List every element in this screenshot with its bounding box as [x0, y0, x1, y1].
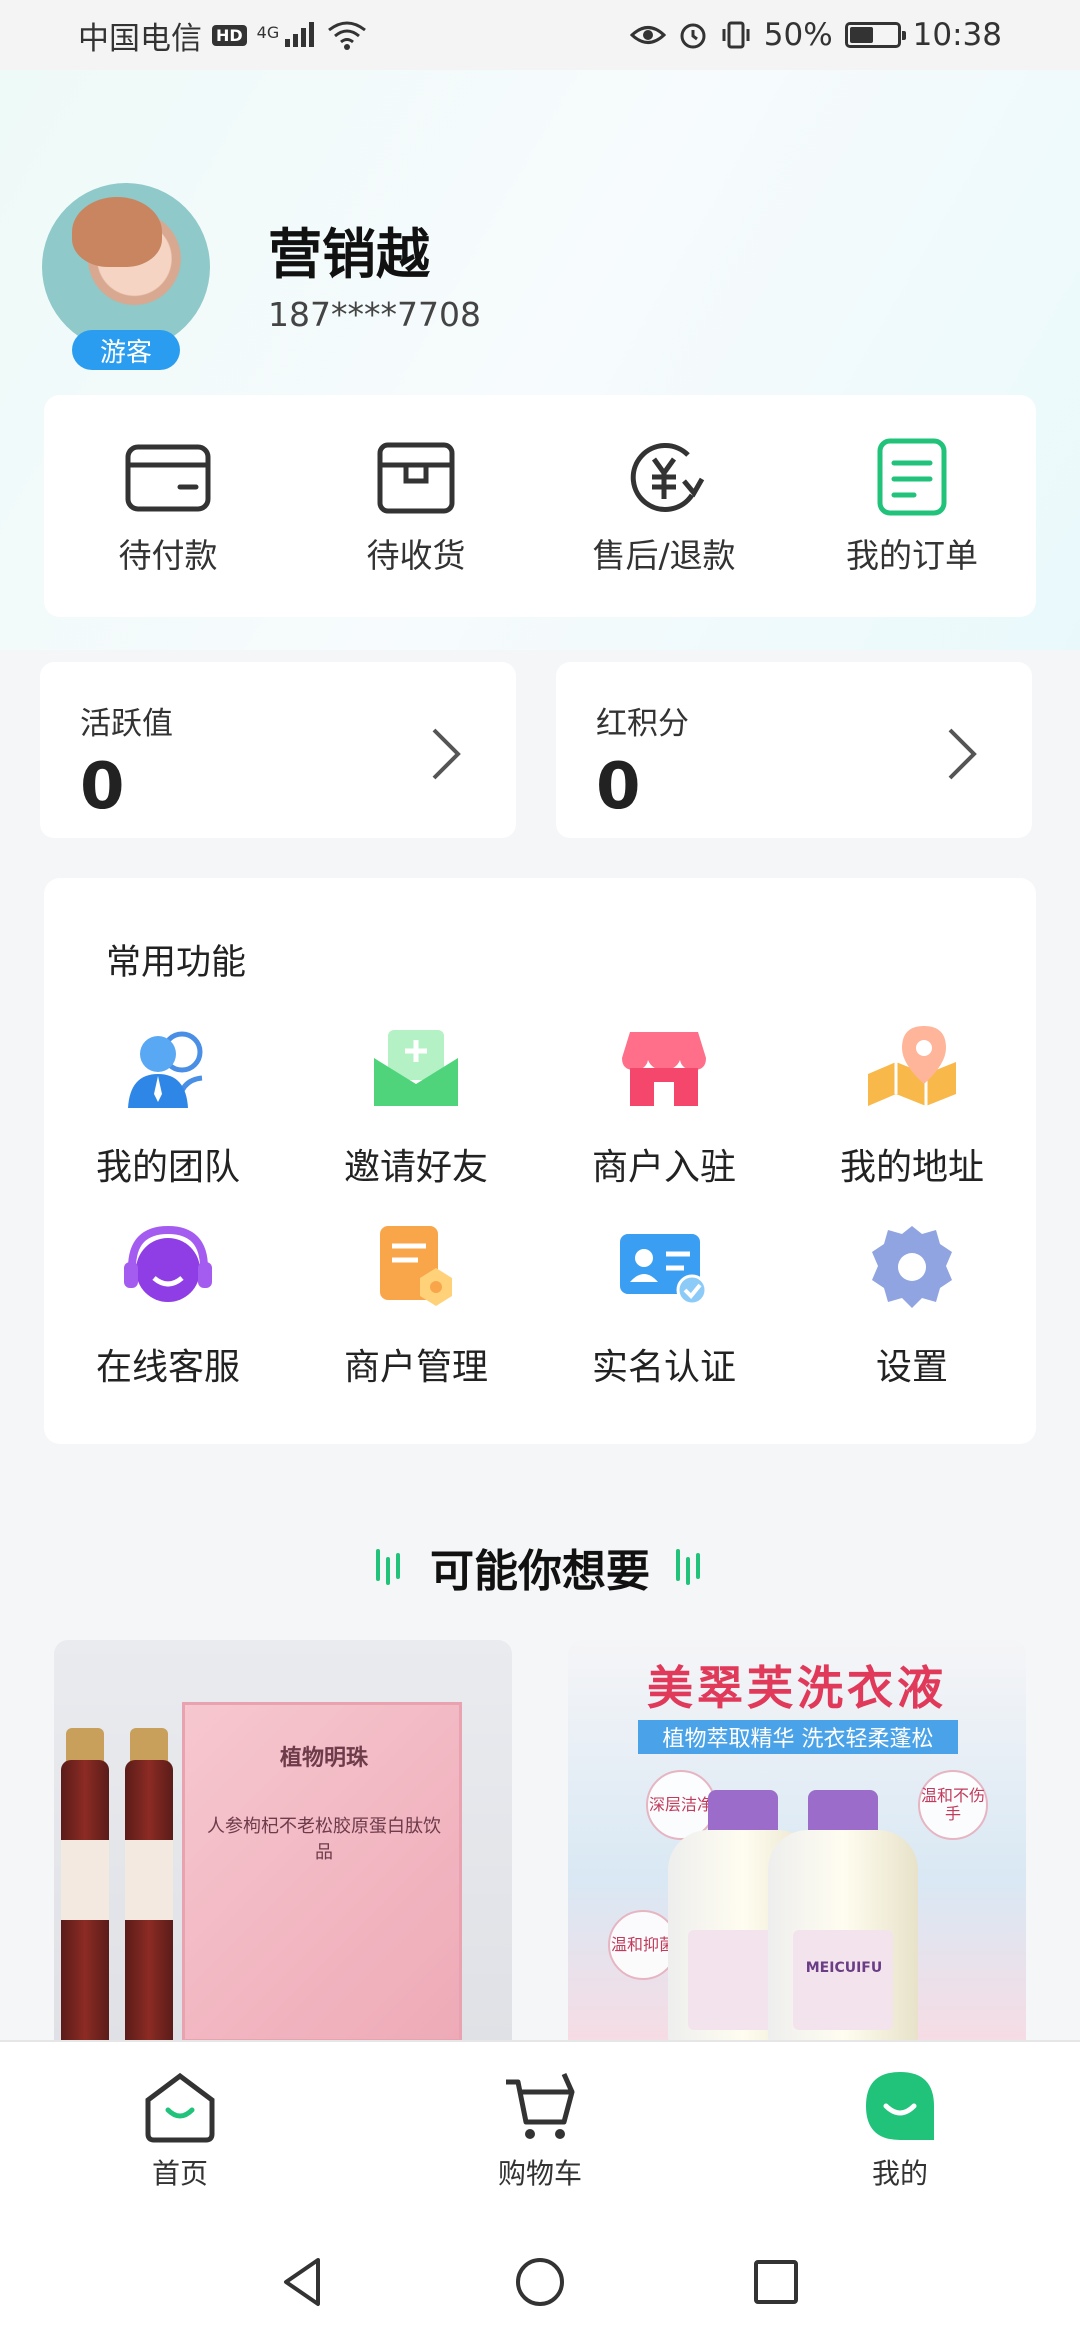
- title-decor-left-icon: [376, 1549, 400, 1585]
- func-label: 商户入驻: [591, 1147, 736, 1188]
- recents-icon[interactable]: [748, 2254, 804, 2310]
- tab-cart[interactable]: 购物车: [360, 2042, 720, 2224]
- func-my-team[interactable]: 我的团队: [44, 1018, 292, 1190]
- tab-home[interactable]: 首页: [0, 2042, 360, 2224]
- home-circle-icon[interactable]: [512, 2254, 568, 2310]
- bottle-label: [125, 1840, 173, 1920]
- activity-value-card[interactable]: 活跃值 0: [40, 662, 516, 838]
- func-merchant-join[interactable]: 商户入驻: [540, 1018, 788, 1190]
- stat-title: 活跃值: [80, 706, 173, 742]
- product-card[interactable]: 植物明珠 人参枸杞不老松胶原蛋白肽饮品: [54, 1640, 512, 2040]
- refund-yen-icon: [630, 443, 705, 512]
- stat-value: 0: [596, 750, 641, 824]
- recommend-header: 可能你想要: [0, 1535, 1080, 1599]
- order-shortcuts-card: 待付款 待收货 售后/退款 我的订单: [44, 395, 1036, 617]
- func-customer-service[interactable]: 在线客服: [44, 1218, 292, 1390]
- alarm-icon: [680, 23, 706, 49]
- func-invite-friends[interactable]: 邀请好友: [292, 1018, 540, 1190]
- product-box-text: 植物明珠 人参枸杞不老松胶原蛋白肽饮品: [204, 1740, 444, 1864]
- network-label: 4G: [256, 22, 280, 42]
- func-label: 实名认证: [591, 1347, 736, 1388]
- func-label: 邀请好友: [343, 1147, 488, 1188]
- order-pending-receipt[interactable]: 待收货: [292, 395, 540, 617]
- merchant-manage-icon: [380, 1226, 452, 1306]
- order-label: 我的订单: [846, 536, 978, 575]
- cart-icon: [506, 2072, 575, 2139]
- battery-percent: 50%: [763, 17, 833, 53]
- red-points-card[interactable]: 红积分 0: [556, 662, 1032, 838]
- profile-smile-icon: [866, 2072, 934, 2140]
- back-icon[interactable]: [276, 2254, 332, 2310]
- home-icon: [145, 2072, 215, 2143]
- clock: 10:38: [912, 17, 1002, 53]
- battery-icon: [844, 22, 906, 48]
- stat-value: 0: [80, 750, 125, 824]
- title-decor-right-icon: [676, 1549, 700, 1585]
- stat-title: 红积分: [596, 706, 689, 742]
- func-label: 商户管理: [343, 1347, 488, 1388]
- func-label: 我的团队: [95, 1147, 240, 1188]
- id-card-icon: [620, 1234, 708, 1306]
- func-label: 我的地址: [839, 1147, 984, 1188]
- hd-badge: HD: [212, 24, 247, 46]
- chevron-right-icon: [432, 728, 461, 780]
- order-after-sales[interactable]: 售后/退款: [540, 395, 788, 617]
- package-icon: [377, 442, 455, 514]
- system-navigation-bar: [0, 2224, 1080, 2340]
- func-settings[interactable]: 设置: [788, 1218, 1036, 1390]
- signal-icon: [285, 22, 315, 47]
- eye-comfort-icon: [629, 26, 666, 44]
- bottom-tab-bar: 首页 购物车 我的: [0, 2040, 1080, 2224]
- order-list-icon: [877, 438, 947, 516]
- bottle-label: [61, 1840, 109, 1920]
- status-bar: 中国电信 HD 4G 50% 10:38: [0, 0, 1080, 70]
- product-brand: MEICUIFU: [805, 1960, 883, 1976]
- team-icon: [128, 1031, 203, 1108]
- order-my-orders[interactable]: 我的订单: [788, 395, 1036, 617]
- common-functions-card: 常用功能 我的团队 邀请好友 商户入驻 我的地址 在线客服 商户管理 实名认证 …: [44, 878, 1036, 1444]
- order-label: 待收货: [366, 536, 466, 575]
- product-subline: 植物萃取精华 洗衣轻柔蓬松: [638, 1720, 958, 1754]
- store-icon: [622, 1032, 706, 1106]
- invite-mail-icon: [374, 1030, 458, 1106]
- product-seal: 温和不伤手: [918, 1770, 988, 1840]
- carrier-label: 中国电信: [78, 20, 202, 57]
- func-label: 设置: [875, 1347, 948, 1388]
- map-pin-icon: [868, 1026, 956, 1106]
- tab-label: 首页: [151, 2157, 208, 2190]
- recommend-title: 可能你想要: [430, 1546, 650, 1597]
- detergent-label: [793, 1930, 893, 2030]
- product-subtitle: 人参枸杞不老松胶原蛋白肽饮品: [207, 1816, 441, 1863]
- tab-mine[interactable]: 我的: [720, 2042, 1080, 2224]
- wallet-icon: [125, 444, 211, 512]
- guest-badge: 游客: [72, 330, 180, 370]
- func-my-address[interactable]: 我的地址: [788, 1018, 1036, 1190]
- vibrate-icon: [722, 21, 750, 49]
- func-merchant-management[interactable]: 商户管理: [292, 1218, 540, 1390]
- gear-icon: [872, 1226, 952, 1308]
- chevron-right-icon: [948, 728, 977, 780]
- username: 营销越: [268, 223, 430, 286]
- section-title: 常用功能: [106, 943, 247, 983]
- tab-label: 购物车: [497, 2157, 582, 2190]
- avatar[interactable]: [42, 183, 210, 351]
- order-pending-payment[interactable]: 待付款: [44, 395, 292, 617]
- func-real-name-auth[interactable]: 实名认证: [540, 1218, 788, 1390]
- tab-label: 我的: [871, 2157, 928, 2190]
- phone-number: 187****7708: [268, 295, 481, 334]
- product-card[interactable]: 美翠芙洗衣液 植物萃取精华 洗衣轻柔蓬松 深层洁净 温和不伤手 温和抑菌 MEI…: [568, 1640, 1026, 2040]
- wifi-icon: [328, 21, 367, 50]
- headset-icon: [124, 1225, 212, 1302]
- order-label: 待付款: [118, 536, 218, 575]
- product-headline: 美翠芙洗衣液: [647, 1661, 947, 1715]
- func-label: 在线客服: [95, 1347, 240, 1388]
- product-brand: 植物明珠: [279, 1746, 368, 1771]
- order-label: 售后/退款: [592, 536, 736, 575]
